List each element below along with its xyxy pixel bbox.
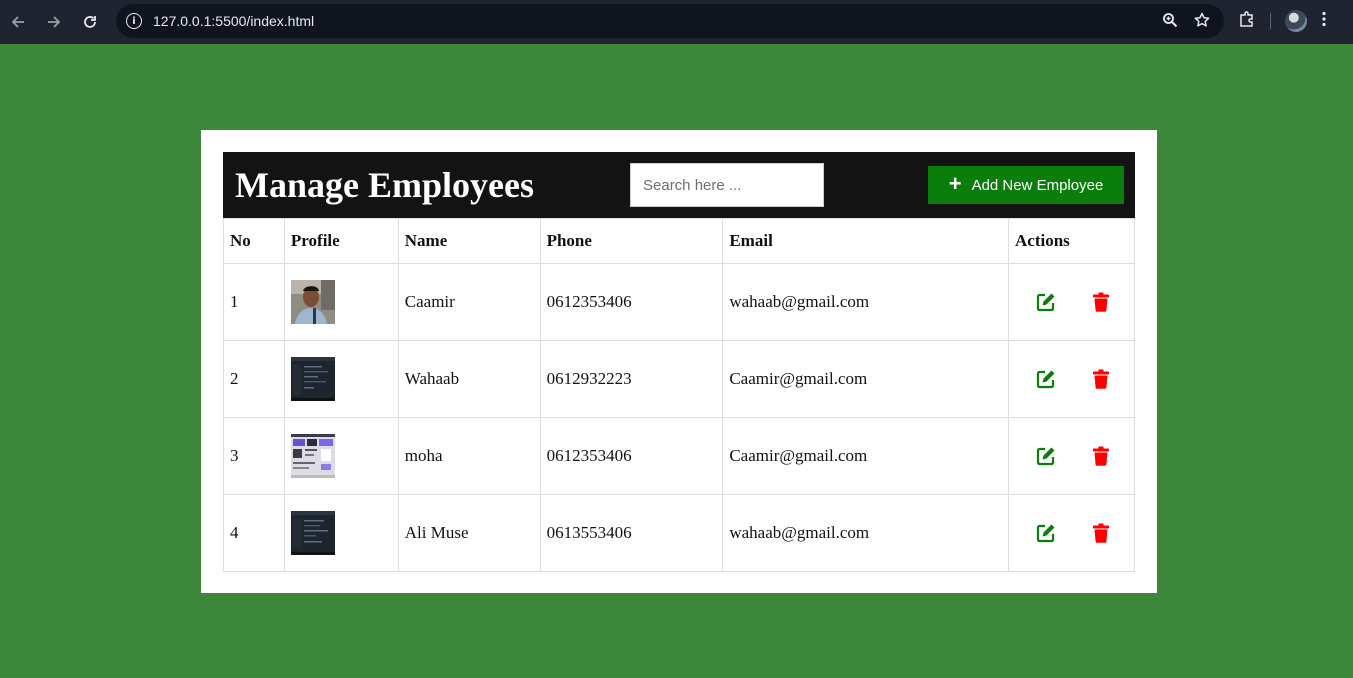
cell-name: moha — [397, 417, 541, 495]
profile-photo — [290, 434, 335, 478]
site-info-icon[interactable]: i — [126, 13, 142, 29]
table-row: 2 Wahaab 0612932223 Caamir@gmail.com — [223, 340, 1135, 418]
cell-actions — [1008, 263, 1135, 341]
bookmark-star-icon[interactable] — [1194, 12, 1210, 32]
address-bar[interactable]: i 127.0.0.1:5500/index.html — [116, 4, 1224, 38]
add-employee-label: Add New Employee — [971, 176, 1104, 194]
cell-no: 4 — [223, 494, 285, 572]
column-header-phone: Phone — [539, 218, 724, 264]
cell-name: Wahaab — [397, 340, 541, 418]
column-header-name: Name — [397, 218, 541, 264]
cell-profile — [283, 494, 399, 572]
forward-icon[interactable] — [42, 10, 66, 34]
url-host: 127.0.0.1 — [153, 13, 212, 29]
cell-phone: 0612932223 — [539, 340, 724, 418]
cell-no: 1 — [223, 263, 285, 341]
card-header: Manage Employees + Add New Employee — [223, 152, 1135, 218]
edit-icon[interactable] — [1034, 367, 1058, 391]
delete-icon[interactable] — [1089, 290, 1113, 314]
table-row: 3 moha 0612353406 Caamir@gmail.com — [223, 417, 1135, 495]
cell-name: Ali Muse — [397, 494, 541, 572]
employees-card: Manage Employees + Add New Employee No P… — [201, 130, 1157, 593]
cell-no: 2 — [223, 340, 285, 418]
plus-icon: + — [948, 171, 962, 196]
profile-photo — [290, 511, 335, 555]
menu-kebab-icon[interactable] — [1321, 11, 1327, 31]
cell-no: 3 — [223, 417, 285, 495]
cell-actions — [1008, 417, 1135, 495]
cell-actions — [1008, 494, 1135, 572]
reload-icon[interactable] — [78, 10, 102, 34]
search-input[interactable] — [630, 163, 824, 207]
table-row: 4 Ali Muse 0613553406 wahaab@gmail.com — [223, 494, 1135, 572]
cell-name: Caamir — [397, 263, 541, 341]
page-title: Manage Employees — [235, 165, 534, 205]
cell-email: wahaab@gmail.com — [722, 494, 1009, 572]
cell-profile — [283, 417, 399, 495]
cell-actions — [1008, 340, 1135, 418]
add-employee-button[interactable]: + Add New Employee — [928, 166, 1124, 204]
cell-phone: 0613553406 — [539, 494, 724, 572]
profile-photo — [290, 357, 335, 401]
browser-toolbar: i 127.0.0.1:5500/index.html — [0, 0, 1353, 44]
edit-icon[interactable] — [1034, 290, 1058, 314]
column-header-no: No — [223, 218, 285, 264]
employees-table: No Profile Name Phone Email Actions 1 Ca… — [223, 218, 1135, 572]
cell-phone: 0612353406 — [539, 417, 724, 495]
delete-icon[interactable] — [1089, 521, 1113, 545]
edit-icon[interactable] — [1034, 521, 1058, 545]
delete-icon[interactable] — [1089, 444, 1113, 468]
column-header-profile: Profile — [283, 218, 399, 264]
cell-profile — [283, 340, 399, 418]
column-header-actions: Actions — [1008, 218, 1135, 264]
cell-email: Caamir@gmail.com — [722, 417, 1009, 495]
profile-avatar[interactable] — [1285, 10, 1307, 32]
cell-email: Caamir@gmail.com — [722, 340, 1009, 418]
url-path: :5500/index.html — [211, 13, 315, 29]
edit-icon[interactable] — [1034, 444, 1058, 468]
toolbar-divider — [1270, 13, 1271, 29]
column-header-email: Email — [722, 218, 1009, 264]
back-icon[interactable] — [6, 10, 30, 34]
delete-icon[interactable] — [1089, 367, 1113, 391]
cell-profile — [283, 263, 399, 341]
profile-photo — [290, 280, 335, 324]
zoom-icon[interactable] — [1162, 12, 1178, 32]
url-text: 127.0.0.1:5500/index.html — [153, 13, 314, 29]
cell-phone: 0612353406 — [539, 263, 724, 341]
table-header-row: No Profile Name Phone Email Actions — [223, 218, 1135, 264]
cell-email: wahaab@gmail.com — [722, 263, 1009, 341]
table-row: 1 Caamir 0612353406 wahaab@gmail.com — [223, 263, 1135, 341]
extensions-icon[interactable] — [1238, 10, 1256, 32]
